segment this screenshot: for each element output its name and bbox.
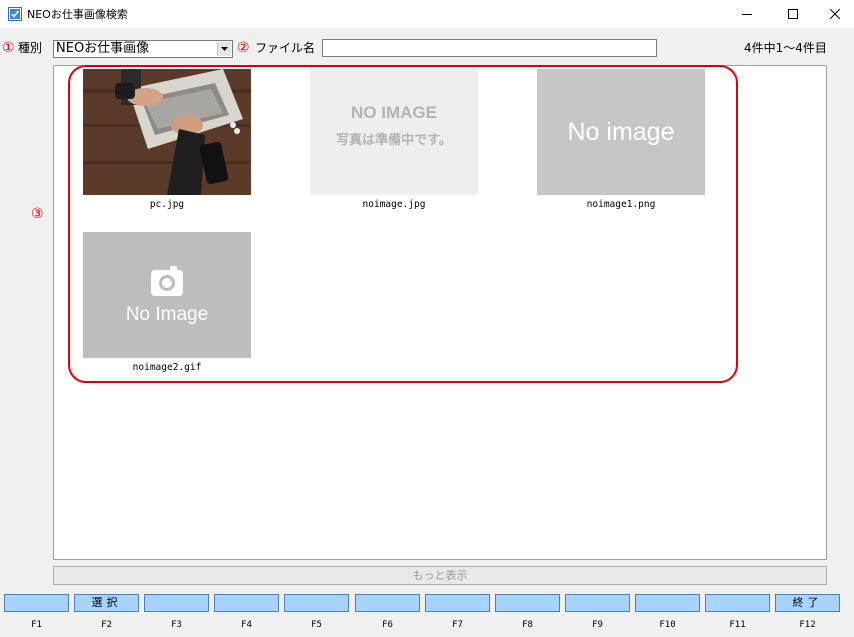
fkey-button-f2[interactable]: 選択 [74,594,139,612]
fkey-label-f9: F9 [592,620,603,630]
result-item-pc[interactable]: pc.jpg [83,69,251,210]
result-caption: noimage.jpg [362,199,426,210]
result-item-noimage[interactable]: NO IMAGE 写真は準備中です。 noimage.jpg [310,69,478,210]
filename-input[interactable] [322,39,657,57]
minimize-button[interactable] [724,0,770,28]
annotation-two: ② [237,40,250,56]
result-caption: pc.jpg [149,199,185,210]
app-icon [8,7,22,21]
thumbnail-text: No Image [125,304,209,325]
fkey-button-f3[interactable] [144,594,209,612]
thumbnail-text: No image [567,117,675,146]
fkey-label-f4: F4 [241,620,252,630]
annotation-three: ③ [31,206,44,222]
fkey-label-f12: F12 [799,620,816,630]
filename-label: ファイル名 [255,41,316,55]
fkey-button-f5[interactable] [284,594,349,612]
result-caption: noimage1.png [586,199,656,210]
result-count: 4件中1～4件目 [744,41,827,55]
fkey-button-f8[interactable] [495,594,560,612]
thumbnail-laptop-photo [83,69,251,195]
maximize-button[interactable] [770,0,816,28]
fkey-label-f8: F8 [522,620,533,630]
result-caption: noimage2.gif [132,362,202,373]
window-title: NEOお仕事画像検索 [27,8,128,21]
fkey-button-f1[interactable] [4,594,69,612]
fkey-button-f11[interactable] [705,594,770,612]
minimize-icon [742,14,752,15]
camera-icon [151,266,183,296]
fkey-label-f7: F7 [452,620,463,630]
fkey-label-f3: F3 [171,620,182,630]
thumbnail-subtext: 写真は準備中です。 [336,132,452,147]
type-select[interactable]: NEOお仕事画像 [53,40,233,58]
close-button[interactable] [816,0,854,28]
close-icon [830,9,840,19]
fkey-button-f4[interactable] [214,594,279,612]
result-item-noimage1[interactable]: No image noimage1.png [537,69,705,210]
fkey-label-f2: F2 [101,620,112,630]
show-more-button[interactable]: もっと表示 [53,566,827,585]
type-label: 種別 [18,41,43,55]
fkey-label-f10: F10 [659,620,676,630]
fkey-label-f1: F1 [31,620,42,630]
fkey-label-f5: F5 [311,620,322,630]
fkey-label-f11: F11 [729,620,746,630]
fkey-button-f10[interactable] [635,594,700,612]
fkey-button-f9[interactable] [565,594,630,612]
thumbnail-noimage1: No image [537,69,705,195]
fkey-button-f6[interactable] [355,594,420,612]
type-select-value: NEOお仕事画像 [56,41,150,56]
thumbnail-text: NO IMAGE [351,103,437,122]
title-bar: NEOお仕事画像検索 [0,0,854,28]
result-item-noimage2[interactable]: No Image noimage2.gif [83,232,251,373]
annotation-one: ① [2,40,15,56]
chevron-down-icon[interactable] [217,42,231,56]
maximize-icon [788,9,798,19]
fkey-button-f7[interactable] [425,594,490,612]
fkey-label-f6: F6 [382,620,393,630]
thumbnail-noimage2: No Image [83,232,251,358]
thumbnail-noimage: NO IMAGE 写真は準備中です。 [310,69,478,195]
fkey-button-f12[interactable]: 終了 [775,594,840,612]
